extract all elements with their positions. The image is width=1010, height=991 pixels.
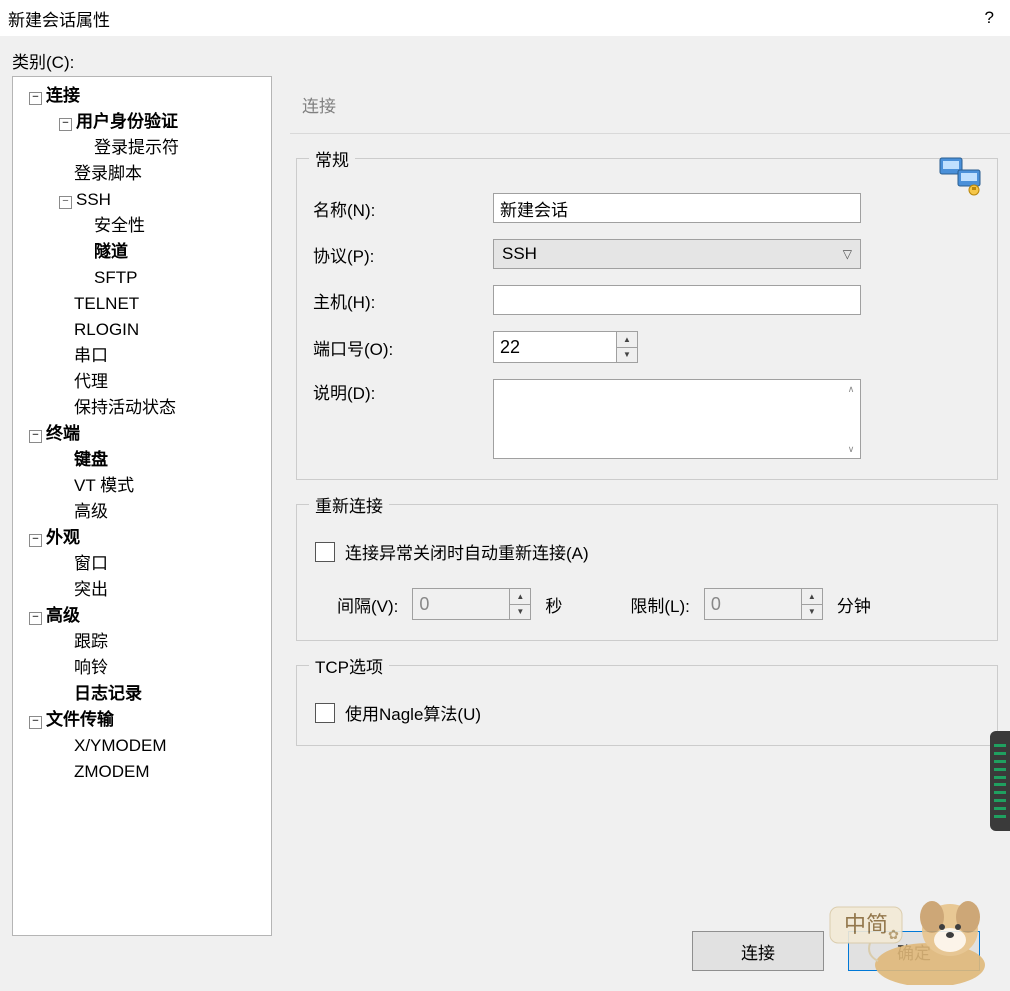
label-name: 名称(N): <box>309 196 493 221</box>
auto-reconnect-label: 连接异常关闭时自动重新连接(A) <box>345 539 589 564</box>
tree-terminal[interactable]: −终端 <box>13 421 271 447</box>
spin-up-icon[interactable]: ▲ <box>510 589 530 605</box>
tree-term-advanced[interactable]: 高级 <box>13 499 271 525</box>
tree-keyboard[interactable]: 键盘 <box>13 447 271 473</box>
limit-unit: 分钟 <box>837 592 871 617</box>
tree-advanced[interactable]: −高级 <box>13 603 271 629</box>
label-protocol: 协议(P): <box>309 242 493 267</box>
interval-spinner[interactable]: ▲ ▼ <box>412 588 531 620</box>
chevron-down-icon: ▽ <box>843 247 852 261</box>
tree-xymodem[interactable]: X/YMODEM <box>13 733 271 759</box>
tree-rlogin[interactable]: RLOGIN <box>13 317 271 343</box>
auto-reconnect-checkbox[interactable] <box>315 542 335 562</box>
label-interval: 间隔(V): <box>337 592 398 617</box>
window-title: 新建会话属性 <box>8 6 110 31</box>
legend-reconnect: 重新连接 <box>309 492 389 517</box>
scroll-up-icon[interactable]: ∧ <box>842 380 860 398</box>
interval-value[interactable] <box>413 589 509 619</box>
tree-login-script[interactable]: 登录脚本 <box>13 161 271 187</box>
settings-pane: 连接 常规 名称(N): 协议(P): SSH ▽ <box>290 76 1010 991</box>
tree-trace[interactable]: 跟踪 <box>13 629 271 655</box>
tree-serial[interactable]: 串口 <box>13 343 271 369</box>
page-title: 连接 <box>290 76 1010 134</box>
connect-button[interactable]: 连接 <box>692 931 824 971</box>
tree-connection[interactable]: −连接 <box>13 83 271 109</box>
protocol-combo[interactable]: SSH ▽ <box>493 239 861 269</box>
tree-user-auth[interactable]: −用户身份验证 <box>13 109 271 135</box>
tree-appearance[interactable]: −外观 <box>13 525 271 551</box>
tree-highlight[interactable]: 突出 <box>13 577 271 603</box>
label-desc: 说明(D): <box>309 379 493 404</box>
protocol-value: SSH <box>502 244 537 264</box>
spin-down-icon[interactable]: ▼ <box>617 348 637 363</box>
scroll-down-icon[interactable]: ∨ <box>842 440 860 458</box>
tree-security[interactable]: 安全性 <box>13 213 271 239</box>
tree-sftp[interactable]: SFTP <box>13 265 271 291</box>
tree-vtmode[interactable]: VT 模式 <box>13 473 271 499</box>
titlebar: 新建会话属性 ? <box>0 0 1010 36</box>
label-port: 端口号(O): <box>309 335 493 360</box>
host-input[interactable] <box>493 285 861 315</box>
tree-telnet[interactable]: TELNET <box>13 291 271 317</box>
description-input[interactable]: ∧ ∨ <box>493 379 861 459</box>
category-label: 类别(C): <box>12 48 1010 73</box>
spin-up-icon[interactable]: ▲ <box>617 332 637 348</box>
tree-proxy[interactable]: 代理 <box>13 369 271 395</box>
port-value[interactable] <box>494 332 616 362</box>
client-area: 类别(C): −连接 −用户身份验证 登录提示符 登录脚本 −SSH 安全性 隧… <box>0 36 1010 991</box>
tree-login-prompt[interactable]: 登录提示符 <box>13 135 271 161</box>
group-general: 常规 名称(N): 协议(P): SSH ▽ 主机(H): 端口号(O): <box>296 146 998 480</box>
limit-spinner[interactable]: ▲ ▼ <box>704 588 823 620</box>
collapse-icon[interactable]: − <box>29 534 42 547</box>
category-tree[interactable]: −连接 −用户身份验证 登录提示符 登录脚本 −SSH 安全性 隧道 SFTP … <box>12 76 272 936</box>
collapse-icon[interactable]: − <box>29 92 42 105</box>
collapse-icon[interactable]: − <box>59 196 72 209</box>
side-gauge-icon <box>990 731 1010 831</box>
tree-bell[interactable]: 响铃 <box>13 655 271 681</box>
tree-ssh[interactable]: −SSH <box>13 187 271 213</box>
collapse-icon[interactable]: − <box>29 716 42 729</box>
group-tcp: TCP选项 使用Nagle算法(U) <box>296 653 998 746</box>
connection-icon <box>938 154 986 196</box>
nagle-label: 使用Nagle算法(U) <box>345 700 481 725</box>
collapse-icon[interactable]: − <box>29 612 42 625</box>
ok-button[interactable]: 确定 <box>848 931 980 971</box>
tree-tunnel[interactable]: 隧道 <box>13 239 271 265</box>
tree-window[interactable]: 窗口 <box>13 551 271 577</box>
legend-tcp: TCP选项 <box>309 653 389 678</box>
scrollbar[interactable]: ∧ ∨ <box>842 380 860 458</box>
spin-down-icon[interactable]: ▼ <box>510 605 530 620</box>
label-host: 主机(H): <box>309 288 493 313</box>
nagle-checkbox[interactable] <box>315 703 335 723</box>
tree-filetransfer[interactable]: −文件传输 <box>13 707 271 733</box>
tree-zmodem[interactable]: ZMODEM <box>13 759 271 785</box>
help-button[interactable]: ? <box>985 8 1002 28</box>
group-reconnect: 重新连接 连接异常关闭时自动重新连接(A) 间隔(V): ▲ ▼ 秒 限制(L)… <box>296 492 998 641</box>
port-spinner[interactable]: ▲ ▼ <box>493 331 638 363</box>
collapse-icon[interactable]: − <box>29 430 42 443</box>
limit-value[interactable] <box>705 589 801 619</box>
dialog-buttons: 连接 确定 <box>692 931 980 971</box>
collapse-icon[interactable]: − <box>59 118 72 131</box>
interval-unit: 秒 <box>545 592 562 617</box>
legend-general: 常规 <box>309 146 355 171</box>
label-limit: 限制(L): <box>630 592 690 617</box>
spin-up-icon[interactable]: ▲ <box>802 589 822 605</box>
spin-down-icon[interactable]: ▼ <box>802 605 822 620</box>
tree-logging[interactable]: 日志记录 <box>13 681 271 707</box>
tree-keepalive[interactable]: 保持活动状态 <box>13 395 271 421</box>
name-input[interactable] <box>493 193 861 223</box>
